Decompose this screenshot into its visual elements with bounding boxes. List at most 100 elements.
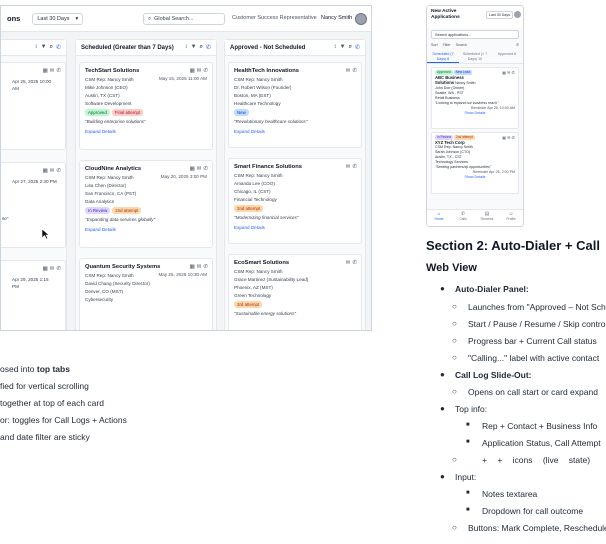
- tab-scheduled-greater-7-days[interactable]: Scheduled (> 7 Days) 10: [459, 51, 491, 63]
- mail-icon[interactable]: ✉: [197, 67, 202, 75]
- application-card[interactable]: Quantum Security Systems ▦ ✉ ✆ May 25, 202…: [79, 258, 213, 330]
- card-icons: ✉ ✆: [346, 259, 357, 267]
- application-card[interactable]: CloudNine Analytics ▦ ✉ ✆ May 20, 2025 3:0…: [79, 160, 213, 248]
- phone-icon[interactable]: ✆: [352, 67, 357, 75]
- calendar-icon[interactable]: ▦: [190, 165, 195, 173]
- doc-left-line: or: toggles for Call Logs + Actions: [0, 415, 127, 425]
- calendar-icon[interactable]: ▦: [43, 265, 48, 273]
- mobile-date-filter[interactable]: Last 30 Days: [486, 11, 513, 19]
- search-icon[interactable]: ⌕: [200, 44, 203, 51]
- column-title: Approved - Not Scheduled: [230, 44, 306, 51]
- date-filter-value: Last 30 Days: [37, 15, 70, 22]
- show-details-link[interactable]: Show Details: [435, 175, 515, 180]
- calendar-icon[interactable]: ▦: [190, 67, 195, 75]
- sort-button[interactable]: Sort: [431, 42, 438, 48]
- tab-scheduled-7-days[interactable]: Scheduled (7 Days) 8: [427, 51, 459, 63]
- calendar-icon[interactable]: ▦: [43, 67, 48, 75]
- attempt-badge: 2nd attempt: [234, 205, 264, 212]
- show-details-link[interactable]: Show Details: [435, 111, 515, 116]
- business-name: EcoSmart Solutions: [234, 260, 290, 266]
- contact: David Chang (Security Director): [85, 281, 150, 286]
- filter-icon[interactable]: ▼: [191, 44, 197, 51]
- mail-icon[interactable]: ✉: [346, 163, 351, 171]
- avatar[interactable]: [355, 13, 367, 25]
- business-quote: "Revolutionary healthcare solutions": [234, 119, 308, 124]
- phone-icon[interactable]: ✆: [206, 44, 211, 51]
- phone-icon[interactable]: ✆: [512, 135, 515, 140]
- sort-icon[interactable]: ↕: [35, 44, 38, 51]
- card-icons: ✉ ✆: [346, 67, 357, 75]
- sort-icon[interactable]: ↕: [334, 44, 337, 51]
- mail-icon[interactable]: ✉: [50, 67, 55, 75]
- nav-profile[interactable]: ☺ Profile: [499, 210, 523, 226]
- doc-item: "Calling..." label with active contact: [468, 353, 600, 363]
- sort-icon[interactable]: ↕: [185, 44, 188, 51]
- card-partial[interactable]: ▦ ✉ ✆ Apr 29, 2025 1:15 PM: [1, 260, 66, 330]
- scheduled-date: May 20, 2025 3:00 PM: [160, 174, 207, 179]
- phone-icon[interactable]: ✆: [56, 167, 61, 175]
- expand-details-link[interactable]: Expand Details: [234, 128, 356, 136]
- card-icons: ▦ ✉ ✆: [502, 70, 515, 75]
- calendar-icon[interactable]: ▦: [502, 70, 506, 75]
- bullet-disc: ●: [440, 370, 445, 379]
- application-card[interactable]: HealthTech Innovations ✉ ✆ CSM Rep: Nancy…: [228, 62, 362, 148]
- column-tools: ↕ ▼ ⌕ ✆: [185, 44, 211, 51]
- phone-icon[interactable]: ✆: [203, 263, 208, 271]
- global-search-input[interactable]: ⌕ Global Search...: [143, 13, 225, 25]
- avatar[interactable]: [514, 11, 521, 18]
- phone-icon[interactable]: ✆: [203, 67, 208, 75]
- date-filter-select[interactable]: Last 30 Days ▾: [32, 12, 84, 25]
- application-card[interactable]: TechStart Solutions ▦ ✉ ✆ May 15, 2025 11:…: [79, 62, 213, 150]
- attempt-badge: 2nd attempt: [454, 135, 475, 140]
- scheduled-date: May 25, 2025 10:30 AM: [158, 272, 207, 277]
- mail-icon[interactable]: ✉: [197, 263, 202, 271]
- phone-icon[interactable]: ✆: [56, 265, 61, 273]
- nav-reviews[interactable]: ▤ Reviews: [475, 210, 499, 226]
- phone-icon[interactable]: ✆: [352, 259, 357, 267]
- calendar-icon[interactable]: ▦: [43, 167, 48, 175]
- mobile-application-card[interactable]: In Review 2nd attempt ▦ ✉ ✆ XYZ Tech Corp…: [431, 132, 519, 194]
- expand-details-link[interactable]: Expand Details: [85, 226, 207, 234]
- application-card[interactable]: EcoSmart Solutions ✉ ✆ CSM Rep: Nancy Smi…: [228, 254, 362, 330]
- card-icons: ▦ ✉ ✆: [43, 67, 61, 75]
- filter-icon[interactable]: ▼: [41, 44, 47, 51]
- nav-calls[interactable]: ✆ Calls: [451, 210, 475, 226]
- filter-icon[interactable]: ▼: [340, 44, 346, 51]
- filter-button[interactable]: Filter: [443, 42, 451, 48]
- mail-icon[interactable]: ✉: [197, 165, 202, 173]
- search-button[interactable]: Search: [456, 42, 467, 48]
- phone-icon[interactable]: ✆: [512, 70, 515, 75]
- mail-icon[interactable]: ✉: [50, 265, 55, 273]
- phone-icon[interactable]: ✆: [355, 44, 360, 51]
- phone-icon[interactable]: ✆: [516, 42, 519, 48]
- phone-icon[interactable]: ✆: [352, 163, 357, 171]
- doc-left-line1-bold: top tabs: [36, 364, 70, 374]
- calendar-icon[interactable]: ▦: [502, 135, 506, 140]
- mail-icon[interactable]: ✉: [507, 70, 510, 75]
- phone-icon[interactable]: ✆: [56, 44, 61, 51]
- mobile-search-input[interactable]: Search applications...: [431, 30, 519, 39]
- phone-icon[interactable]: ✆: [56, 67, 61, 75]
- chevron-down-icon: ▾: [75, 15, 79, 22]
- bullet-square: ■: [466, 507, 470, 513]
- expand-details-link[interactable]: Expand Details: [85, 128, 207, 136]
- search-icon[interactable]: ⌕: [349, 44, 352, 51]
- business-quote: "Building enterprise solutions": [85, 119, 146, 124]
- search-icon[interactable]: ⌕: [50, 44, 53, 51]
- tab-approved[interactable]: Approved 6: [491, 51, 523, 63]
- application-card[interactable]: Smart Finance Solutions ✉ ✆ CSM Rep: Nanc…: [228, 158, 362, 244]
- expand-details-link[interactable]: Expand Details: [234, 224, 356, 232]
- mail-icon[interactable]: ✉: [346, 67, 351, 75]
- location: Boston, MA (EST): [234, 93, 271, 98]
- nav-home[interactable]: ⌂ Home: [427, 210, 451, 226]
- contact: Amanda Lee (COO): [234, 181, 275, 186]
- card-date: Apr 27, 2025 2:30 PM: [12, 179, 57, 184]
- mail-icon[interactable]: ✉: [346, 259, 351, 267]
- card-partial[interactable]: s ▦✉✆ Apr 25, 2025 10:00 AM: [1, 62, 66, 150]
- mobile-application-card[interactable]: Approved New Lead ▦ ✉ ✆ ABC Business Solu…: [431, 67, 519, 129]
- phone-icon[interactable]: ✆: [203, 165, 208, 173]
- calendar-icon[interactable]: ▦: [190, 263, 195, 271]
- mail-icon[interactable]: ✉: [507, 135, 510, 140]
- mail-icon[interactable]: ✉: [50, 167, 55, 175]
- card-partial[interactable]: ▦ ✉ ✆ Apr 27, 2025 2:30 PM se": [1, 162, 66, 248]
